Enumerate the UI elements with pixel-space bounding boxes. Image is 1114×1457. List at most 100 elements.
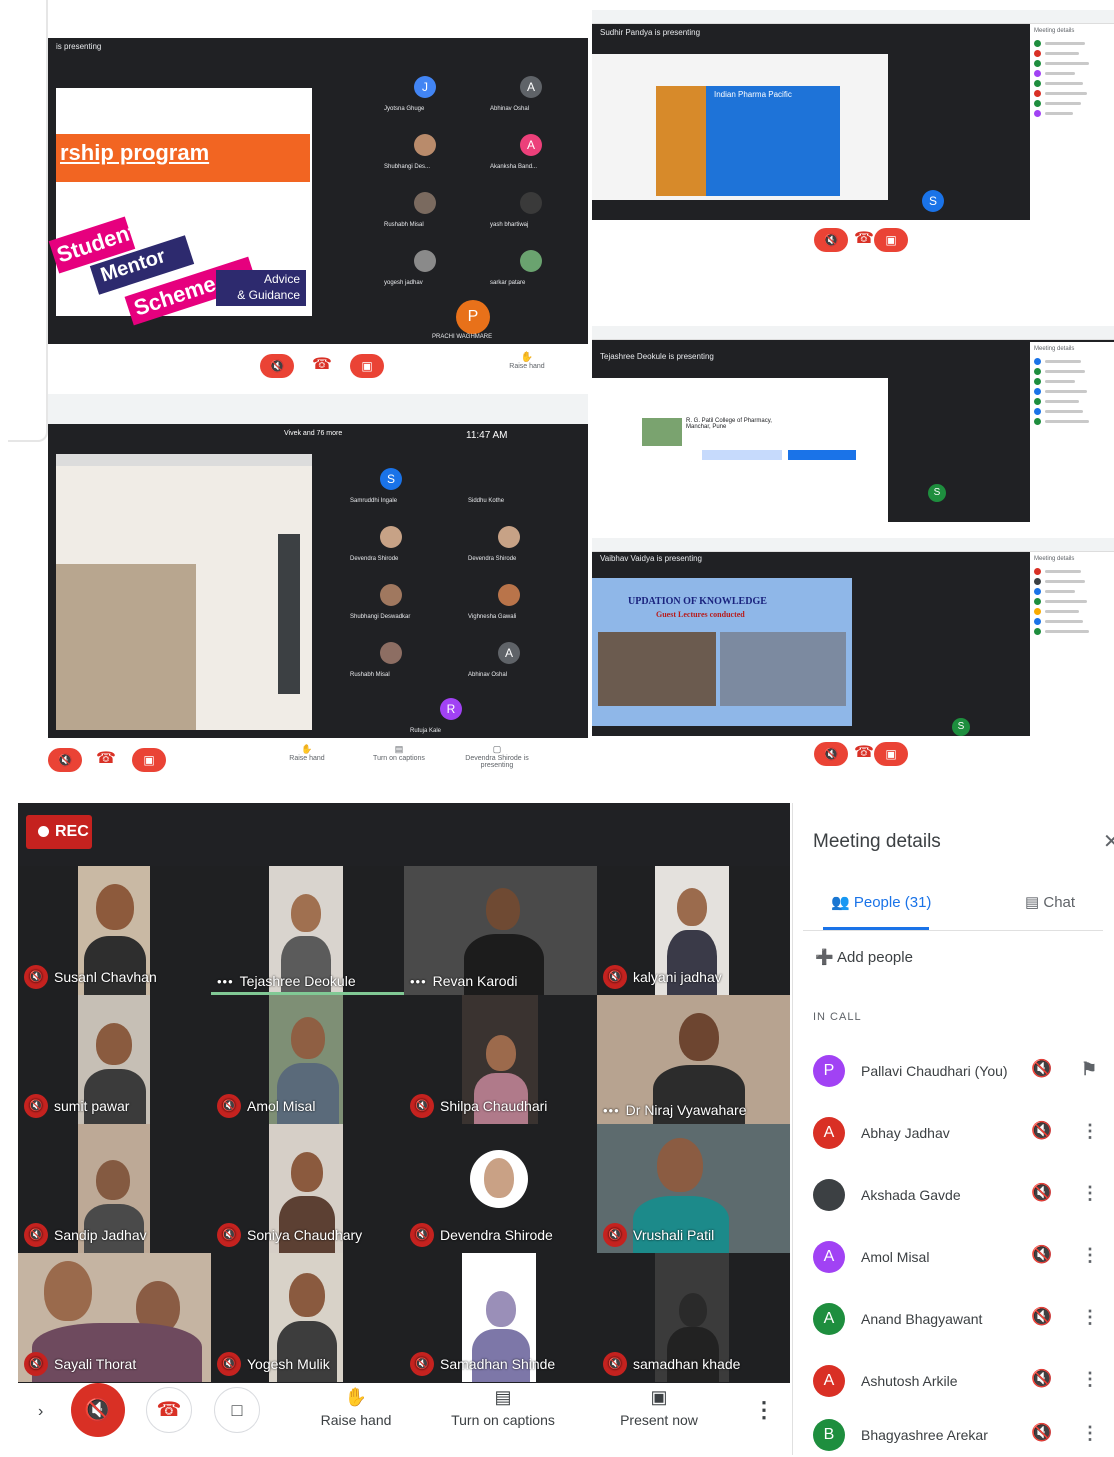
divider [803, 930, 1103, 931]
video-tile[interactable]: ••• Revan Karodi [404, 866, 597, 995]
slide-word: & Guidance [237, 288, 300, 302]
pin-icon[interactable]: ⚑ [1081, 1059, 1097, 1080]
participant-tile[interactable]: Vighnesha Gawali [468, 578, 548, 628]
raise-hand-label: Raise hand [320, 1412, 392, 1428]
more-options-icon[interactable]: ⋮ [1081, 1121, 1099, 1142]
browser-top [592, 538, 1114, 552]
chevron-left-icon[interactable]: › [38, 1403, 43, 1421]
leave-call-button[interactable]: ☎ [146, 1387, 192, 1433]
participant-name: yogesh jadhav [384, 280, 423, 286]
camera-button[interactable]: □ [214, 1387, 260, 1433]
presenting-label: Tejashree Deokule is presenting [600, 352, 714, 361]
participant-tile[interactable]: Siddhu Kothe [468, 462, 548, 512]
slide-image [656, 86, 706, 196]
participant-row[interactable]: A Anand Bhagyawant 🔇 ⋮ [813, 1299, 1113, 1339]
video-tile[interactable]: 🔇 Amol Misal [211, 995, 404, 1124]
hang-up-icon[interactable]: ☎ [854, 742, 874, 762]
present-status[interactable]: ▢ Devendra Shirode is presenting [462, 744, 532, 769]
participant-tile[interactable]: yash bhartiwaj [490, 186, 570, 236]
participant-tile[interactable]: A Abhinav Oshal [490, 70, 570, 120]
participant-row[interactable]: P Pallavi Chaudhari (You) 🔇 ⚑ [813, 1051, 1113, 1091]
video-tile[interactable]: ••• Dr Niraj Vyawahare [597, 995, 790, 1124]
participant-tile[interactable]: Rushabh Misal [350, 636, 430, 686]
participant-row[interactable]: A Abhay Jadhav 🔇 ⋮ [813, 1113, 1113, 1153]
captions-button[interactable]: ▤ Turn on captions [446, 1387, 560, 1428]
more-options-icon[interactable]: ⋮ [1081, 1183, 1099, 1204]
participant-row[interactable]: A Ashutosh Arkile 🔇 ⋮ [813, 1361, 1113, 1401]
participant-tile[interactable]: Devendra Shirode [468, 520, 548, 570]
add-people-button[interactable]: ➕ Add people [815, 948, 913, 966]
participant-tile[interactable]: P PRACHI WAGHMARE [432, 300, 512, 350]
video-tile[interactable]: 🔇 Yogesh Mulik [211, 1253, 404, 1382]
meeting-details-panel: Meeting details [1030, 552, 1114, 748]
participant-name: Amol Misal [247, 1098, 316, 1114]
mic-off-button[interactable]: 🔇 [814, 742, 848, 766]
video-grid: 🔇 Susanl Chavhan ••• Tejashree Deokule •••… [18, 866, 790, 1382]
more-options-icon[interactable]: ⋮ [1081, 1307, 1099, 1328]
more-options-icon[interactable]: ⋮ [1081, 1423, 1099, 1444]
mic-off-button[interactable]: 🔇 [260, 354, 294, 378]
camera-off-button[interactable]: ▣ [350, 354, 384, 378]
mic-off-button[interactable]: 🔇 [48, 748, 82, 772]
mic-off-button[interactable]: 🔇 [814, 228, 848, 252]
participant-tile[interactable]: R Rutuja Kale [410, 692, 490, 742]
participant-tile[interactable]: Devendra Shirode [350, 520, 430, 570]
more-options-icon[interactable]: ⋮ [1081, 1245, 1099, 1266]
participant-tile[interactable]: Rushabh Misal [384, 186, 464, 236]
video-tile[interactable]: 🔇 Devendra Shirode [404, 1124, 597, 1253]
avatar: S [922, 190, 944, 212]
more-options-icon[interactable]: ⋮ [1081, 1369, 1099, 1390]
participant-tile[interactable]: J Jyotsna Ghuge [384, 70, 464, 120]
participant-row[interactable]: B Bhagyashree Arekar 🔇 ⋮ [813, 1415, 1113, 1455]
hang-up-icon[interactable]: ☎ [96, 748, 116, 768]
participant-tile[interactable]: A Akanksha Band... [490, 128, 570, 178]
person [291, 1017, 325, 1059]
video-tile[interactable]: ••• Tejashree Deokule [211, 866, 404, 995]
video-tile[interactable]: 🔇 Vrushali Patil [597, 1124, 790, 1253]
camera-off-button[interactable]: ▣ [874, 228, 908, 252]
participant-name: Shubhangi Deswadkar [350, 614, 411, 620]
avatar: B [813, 1419, 845, 1451]
more-options-icon[interactable]: ⋮ [753, 1397, 775, 1423]
hang-up-icon[interactable]: ☎ [312, 354, 332, 374]
avatar [414, 192, 436, 214]
video-tile[interactable]: 🔇 sumit pawar [18, 995, 211, 1124]
raise-hand-button[interactable]: ✋ Raise hand [316, 1387, 396, 1428]
person [486, 1291, 516, 1327]
participant-tile[interactable]: sarkar patare [490, 244, 570, 294]
person [484, 1158, 514, 1198]
participant-name: Rushabh Misal [384, 222, 424, 228]
participant-row[interactable]: Akshada Gavde 🔇 ⋮ [813, 1175, 1113, 1215]
video-tile[interactable]: 🔇 Sayali Thorat [18, 1253, 211, 1382]
tab-chat[interactable]: ▤ Chat [1025, 893, 1075, 911]
close-icon[interactable]: ✕ [1103, 829, 1114, 854]
video-tile[interactable]: 🔇 samadhan khade [597, 1253, 790, 1382]
tab-people[interactable]: 👥 People (31) [831, 893, 931, 911]
hang-up-icon[interactable]: ☎ [854, 228, 874, 248]
video-tile[interactable]: 🔇 Susanl Chavhan [18, 866, 211, 995]
mic-off-button[interactable]: 🔇 [71, 1383, 125, 1437]
video-tile[interactable]: 🔇 kalyani jadhav [597, 866, 790, 995]
slide: R. G. Patil College of Pharmacy, Manchar… [592, 378, 888, 522]
camera-off-button[interactable]: ▣ [132, 748, 166, 772]
video-tile[interactable]: 🔇 Sandip Jadhav [18, 1124, 211, 1253]
list-item [1030, 38, 1114, 48]
raise-hand-button[interactable]: ✋ Raise hand [492, 352, 562, 370]
people-icon: 👥 [831, 894, 850, 911]
video-tile[interactable]: 🔇 Soniya Chaudhary [211, 1124, 404, 1253]
raise-hand-button[interactable]: ✋ Raise hand [272, 744, 342, 762]
video-tile[interactable]: 🔇 Samadhan Shinde [404, 1253, 597, 1382]
present-now-button[interactable]: ▣ Present now [614, 1387, 704, 1428]
participant-tile[interactable]: S Samruddhi Ingale [350, 462, 430, 512]
captions-button[interactable]: ▤ Turn on captions [364, 744, 434, 762]
participant-tile[interactable]: A Abhinav Oshal [468, 636, 548, 686]
college-logo [642, 418, 682, 446]
slide-ribbon-4: Advice & Guidance [216, 270, 306, 306]
camera-off-button[interactable]: ▣ [874, 742, 908, 766]
video-tile[interactable]: 🔇 Shilpa Chaudhari [404, 995, 597, 1124]
participant-tile[interactable]: Shubhangi Des... [384, 128, 464, 178]
participant-tile[interactable]: yogesh jadhav [384, 244, 464, 294]
participant-row[interactable]: A Amol Misal 🔇 ⋮ [813, 1237, 1113, 1277]
panel-title: Meeting details [1034, 346, 1075, 352]
participant-tile[interactable]: Shubhangi Deswadkar [350, 578, 430, 628]
